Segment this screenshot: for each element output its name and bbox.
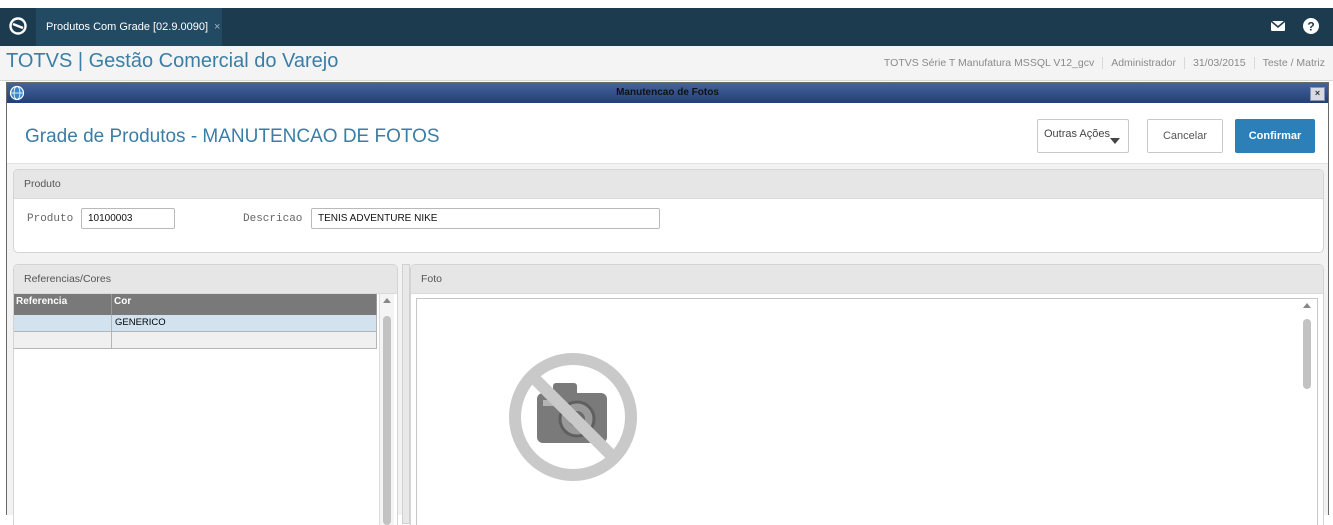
user-name[interactable]: Administrador [1102,57,1184,69]
produto-label: Produto [27,213,74,225]
other-actions-button[interactable]: Outras Ações [1037,119,1129,153]
branch-name[interactable]: Teste / Matriz [1253,57,1333,69]
app-header: TOTVS | Gestão Comercial do Varejo TOTVS… [0,46,1333,81]
produto-group: Produto Produto 10100003 Descricao TENIS… [13,169,1324,253]
column-header-referencia[interactable]: Referencia [14,294,112,315]
referencias-scrollbar[interactable] [379,294,394,525]
tab-produtos-com-grade[interactable]: Produtos Com Grade [02.9.0090] × [36,8,222,46]
column-header-cor[interactable]: Cor [112,294,377,315]
no-photo-icon [505,349,641,485]
produto-field[interactable]: 10100003 [81,208,175,229]
table-row[interactable] [14,332,377,349]
scrollbar-thumb[interactable] [1303,319,1311,389]
tab-label: Produtos Com Grade [02.9.0090] [46,21,209,33]
photo-scrollbar[interactable] [1300,299,1314,525]
chevron-down-icon [1110,138,1120,144]
page-title: Grade de Produtos - MANUTENCAO DE FOTOS [25,126,440,147]
cancel-button[interactable]: Cancelar [1147,119,1223,153]
foto-group: Foto [410,264,1324,525]
system-name: TOTVS Série T Manufatura MSSQL V12_gcv [883,57,1095,69]
dialog-title: Manutencao de Fotos [616,87,719,98]
top-bar: Produtos Com Grade [02.9.0090] × ? [0,0,1333,46]
scrollbar-thumb[interactable] [383,316,391,525]
panel-splitter[interactable] [402,264,410,524]
cell-cor: GENERICO [112,315,377,331]
dialog-body: Produto Produto 10100003 Descricao TENIS… [7,164,1328,525]
cell-referencia [14,315,112,331]
foto-group-label: Foto [411,265,1323,294]
descricao-label: Descricao [243,213,303,225]
help-icon[interactable]: ? [1301,16,1321,36]
tab-close-icon[interactable]: × [214,21,220,33]
cell-referencia [14,332,112,348]
descricao-field[interactable]: TENIS ADVENTURE NIKE [311,208,660,229]
page-header: Grade de Produtos - MANUTENCAO DE FOTOS … [7,103,1328,164]
produto-group-label: Produto [14,170,1323,199]
scroll-up-icon[interactable] [383,298,391,303]
mail-icon[interactable] [1269,17,1287,35]
cell-cor [112,332,377,348]
app-logo-icon[interactable] [6,14,30,38]
table-header: Referencia Cor [14,294,377,315]
referencias-group-label: Referencias/Cores [14,265,397,294]
photo-viewer[interactable] [416,298,1318,525]
referencias-group: Referencias/Cores Referencia Cor GENERIC… [13,264,398,525]
app-info: TOTVS Série T Manufatura MSSQL V12_gcv A… [876,46,1333,80]
referencias-table: Referencia Cor GENERICO [14,294,377,349]
system-date: 31/03/2015 [1184,57,1254,69]
svg-text:?: ? [1307,20,1314,34]
other-actions-label: Outras Ações [1043,128,1111,140]
photo-maintenance-dialog: Manutencao de Fotos × Grade de Produtos … [6,82,1329,525]
dialog-titlebar: Manutencao de Fotos × [7,83,1328,103]
table-row[interactable]: GENERICO [14,315,377,332]
app-title: TOTVS | Gestão Comercial do Varejo [6,50,339,72]
scroll-up-icon[interactable] [1303,303,1311,308]
dialog-close-icon[interactable]: × [1310,87,1325,101]
confirm-button[interactable]: Confirmar [1235,119,1315,153]
